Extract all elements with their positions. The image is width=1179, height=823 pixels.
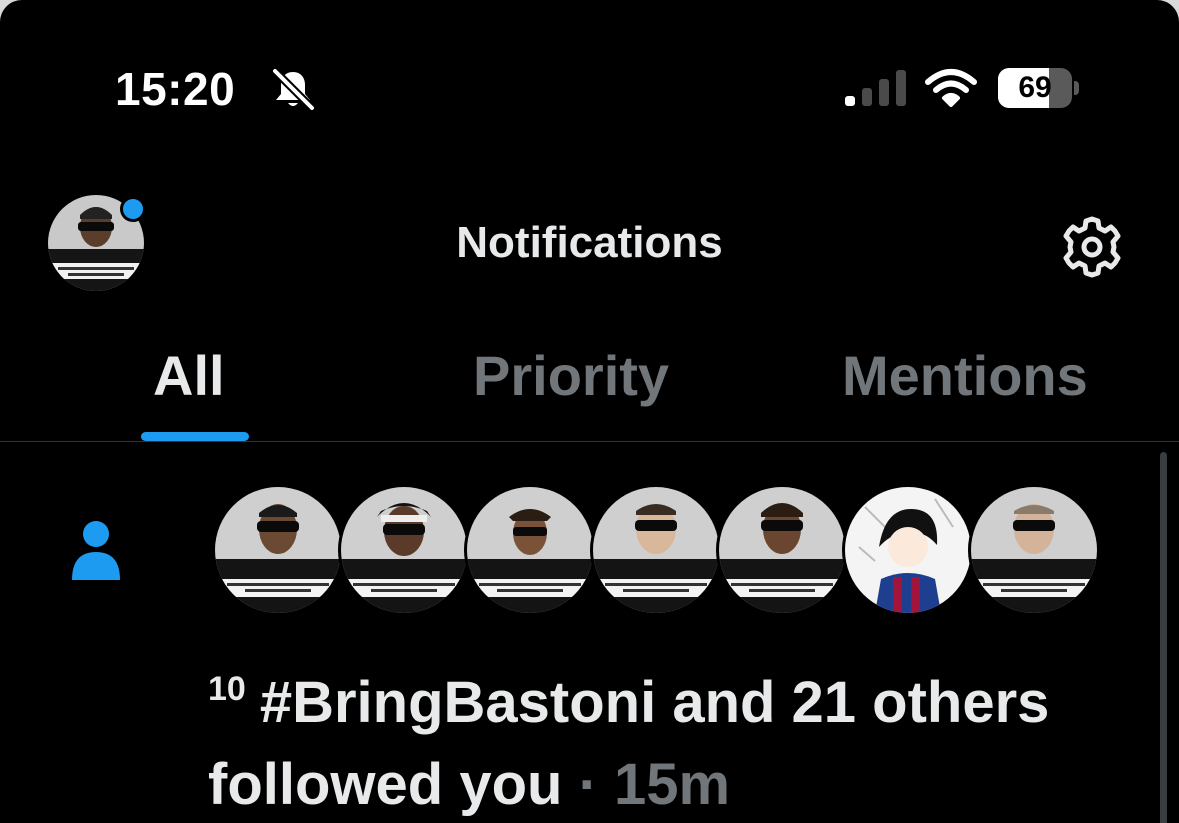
notifications-screen: 15:20 69 Notifications All Priority Ment… [0,0,1179,823]
follower-avatar[interactable] [842,484,974,616]
active-tab-indicator [141,432,249,441]
follower-avatar[interactable] [968,484,1100,616]
follower-avatar[interactable] [212,484,344,616]
follower-avatar[interactable] [338,484,470,616]
gear-icon[interactable] [1058,213,1126,281]
person-icon [72,521,120,580]
tab-mentions[interactable]: Mentions [842,340,1088,412]
tabs-divider [0,441,1179,442]
page-title: Notifications [456,218,723,267]
cellular-signal-icon [845,70,906,106]
notification-time: 15m [614,752,731,817]
notification-text[interactable]: 10 #BringBastoni and 21 others followed y… [208,648,1158,823]
follower-avatar[interactable] [716,484,848,616]
status-time: 15:20 [115,63,236,115]
follower-avatar[interactable] [464,484,596,616]
follower-avatar[interactable] [590,484,722,616]
tab-priority[interactable]: Priority [473,340,669,412]
scrollbar[interactable] [1160,452,1167,823]
battery-tip [1074,81,1079,95]
battery-percent: 69 [1018,71,1052,104]
wifi-icon [925,69,977,107]
bell-slash-icon [271,68,316,110]
battery-body: 69 [998,68,1072,108]
notification-separator: · [578,752,598,817]
tab-all[interactable]: All [153,340,225,412]
notification-count: 10 [208,670,246,708]
battery-icon: 69 [998,68,1079,108]
